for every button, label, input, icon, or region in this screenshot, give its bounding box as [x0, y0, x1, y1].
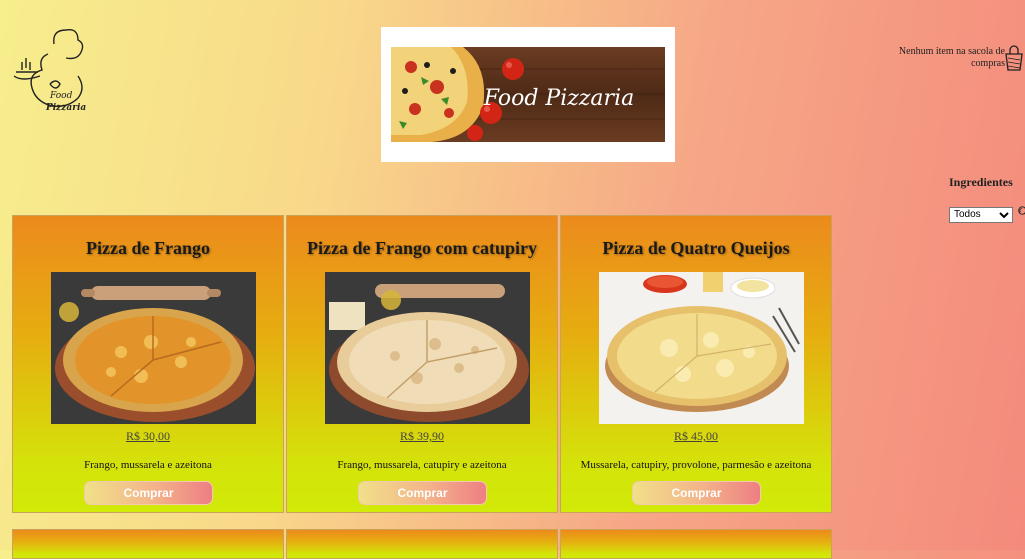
ingredient-select[interactable]: Todos	[949, 206, 1013, 223]
product-price[interactable]: R$ 39,90	[287, 429, 557, 444]
product-card: Pizza de Frango com catupiry R$ 39,90 Fr…	[286, 215, 558, 513]
product-card: Pizza de Quatro Queijos R$ 45,00 Mussare…	[560, 215, 832, 513]
site-logo[interactable]: Food Pizzaria	[10, 26, 86, 118]
product-description: Mussarela, catupiry, provolone, parmesão…	[580, 459, 812, 471]
buy-button[interactable]: Comprar	[358, 481, 487, 505]
shopping-bag-icon	[1005, 45, 1023, 71]
product-image	[325, 272, 530, 424]
chef-logo-icon: Food Pizzaria	[13, 29, 86, 113]
product-description: Frango, mussarela e azeitona	[84, 459, 212, 471]
ingredient-filter-label: Ingredientes	[949, 175, 1013, 189]
svg-text:Food: Food	[49, 91, 73, 101]
product-price[interactable]: R$ 30,00	[13, 429, 283, 444]
banner-title: Food Pizzaria	[483, 86, 634, 111]
search-icon[interactable]: 🔍︎	[1017, 206, 1025, 219]
pizza-banner-image: Food Pizzaria	[391, 47, 665, 142]
product-price[interactable]: R$ 45,00	[561, 429, 831, 444]
product-card: Pizza de Frango R$ 30,00 Frango, mussare…	[12, 215, 284, 513]
banner: Food Pizzaria	[381, 27, 675, 162]
product-card	[12, 529, 284, 559]
ingredient-filter: Ingredientes Todos 🔍︎	[949, 175, 1025, 223]
buy-button[interactable]: Comprar	[84, 481, 213, 505]
product-description: Frango, mussarela, catupiry e azeitona	[337, 459, 507, 471]
cart-status[interactable]: Nenhum item na sacola de compras	[880, 45, 1025, 86]
product-card	[286, 529, 558, 559]
product-card	[560, 529, 832, 559]
product-title: Pizza de Quatro Queijos	[602, 238, 790, 258]
product-image	[51, 272, 256, 424]
cart-status-text: Nenhum item na sacola de compras	[898, 46, 1005, 69]
product-title: Pizza de Frango	[86, 238, 210, 258]
svg-text:Pizzaria: Pizzaria	[45, 103, 86, 113]
product-title: Pizza de Frango com catupiry	[307, 238, 537, 258]
buy-button[interactable]: Comprar	[632, 481, 761, 505]
product-image	[599, 272, 804, 424]
